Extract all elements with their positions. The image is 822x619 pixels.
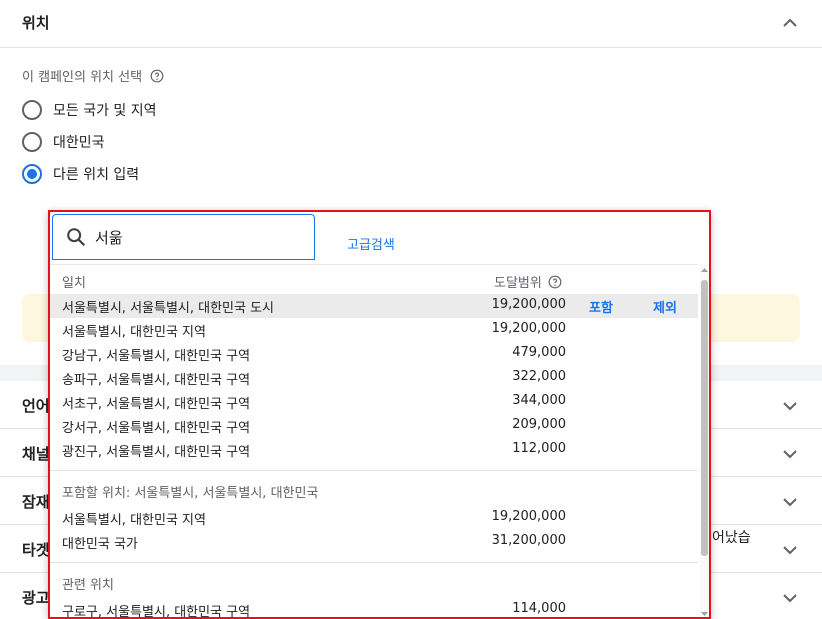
search-icon [65, 226, 87, 248]
radio-korea[interactable]: 대한민국 [22, 132, 105, 152]
chevron-down-icon[interactable] [778, 586, 802, 610]
reach-header: 도달범위 [494, 272, 562, 291]
result-row[interactable]: 강남구, 서울특별시, 대한민국 구역 479,000 [50, 342, 698, 366]
scroll-up-arrow-icon[interactable] [701, 266, 708, 274]
include-button[interactable]: 포함 [589, 297, 613, 316]
result-row[interactable]: 송파구, 서울특별시, 대한민국 구역 322,000 [50, 366, 698, 390]
section-title: 광고 [22, 589, 50, 607]
result-row[interactable]: 서울특별시, 서울특별시, 대한민국 도시 19,200,000 포함 제외 [50, 294, 698, 318]
radio-button-checked[interactable] [22, 164, 42, 184]
section-title: 잠재 [22, 493, 50, 511]
location-search-input[interactable] [95, 228, 295, 246]
result-row[interactable]: 구로구, 서울특별시, 대한민국 구역 114,000 [50, 598, 698, 617]
partial-text: 어났습 [712, 530, 751, 546]
related-locations-title: 관련 위치 [62, 578, 114, 593]
match-header: 일치 [62, 276, 86, 291]
section-title: 언어 [22, 397, 50, 415]
result-row[interactable]: 강서구, 서울특별시, 대한민국 구역 209,000 [50, 414, 698, 438]
help-icon[interactable] [150, 69, 164, 83]
results-list: 일치 도달범위 서울특별시, 서울특별시, 대한민국 도시 19,200,000… [50, 264, 698, 617]
containing-locations-title: 포함할 위치: 서울특별시, 서울특별시, 대한민국 [62, 486, 319, 501]
chevron-down-icon[interactable] [778, 442, 802, 466]
location-select-label: 이 캠페인의 위치 선택 [22, 66, 164, 85]
help-icon[interactable] [548, 275, 562, 289]
result-row[interactable]: 서울특별시, 대한민국 지역 19,200,000 [50, 506, 698, 530]
chevron-down-icon[interactable] [778, 394, 802, 418]
chevron-down-icon[interactable] [778, 490, 802, 514]
result-row[interactable]: 광진구, 서울특별시, 대한민국 구역 112,000 [50, 438, 698, 462]
scroll-thumb[interactable] [701, 280, 708, 556]
location-search-dropdown: 고급검색 일치 도달범위 서울특별시, 서울특별시, 대한민국 도시 19,20… [48, 210, 711, 619]
chevron-down-icon[interactable] [778, 538, 802, 562]
location-section-title: 위치 [22, 14, 50, 32]
result-row[interactable]: 서울특별시, 대한민국 지역 19,200,000 [50, 318, 698, 342]
section-title: 타겟 [22, 541, 50, 559]
radio-button[interactable] [22, 132, 42, 152]
results-scrollbar[interactable] [700, 264, 709, 618]
result-row[interactable]: 서초구, 서울특별시, 대한민국 구역 344,000 [50, 390, 698, 414]
result-row[interactable]: 대한민국 국가 31,200,000 [50, 530, 698, 554]
radio-all-countries[interactable]: 모든 국가 및 지역 [22, 100, 157, 120]
radio-other-location[interactable]: 다른 위치 입력 [22, 164, 139, 184]
exclude-button[interactable]: 제외 [653, 297, 677, 316]
section-title: 채널 [22, 445, 50, 463]
chevron-up-icon[interactable] [778, 11, 802, 35]
radio-button[interactable] [22, 100, 42, 120]
advanced-search-link[interactable]: 고급검색 [347, 234, 395, 253]
scroll-down-arrow-icon[interactable] [701, 610, 708, 618]
location-section-header[interactable]: 위치 [0, 0, 822, 48]
group-divider [50, 562, 698, 563]
group-divider [50, 470, 698, 471]
location-search-box[interactable] [52, 214, 315, 260]
campaign-settings-page: 위치 이 캠페인의 위치 선택 모든 국가 및 지역 대한민국 다른 위치 입력… [0, 0, 822, 619]
